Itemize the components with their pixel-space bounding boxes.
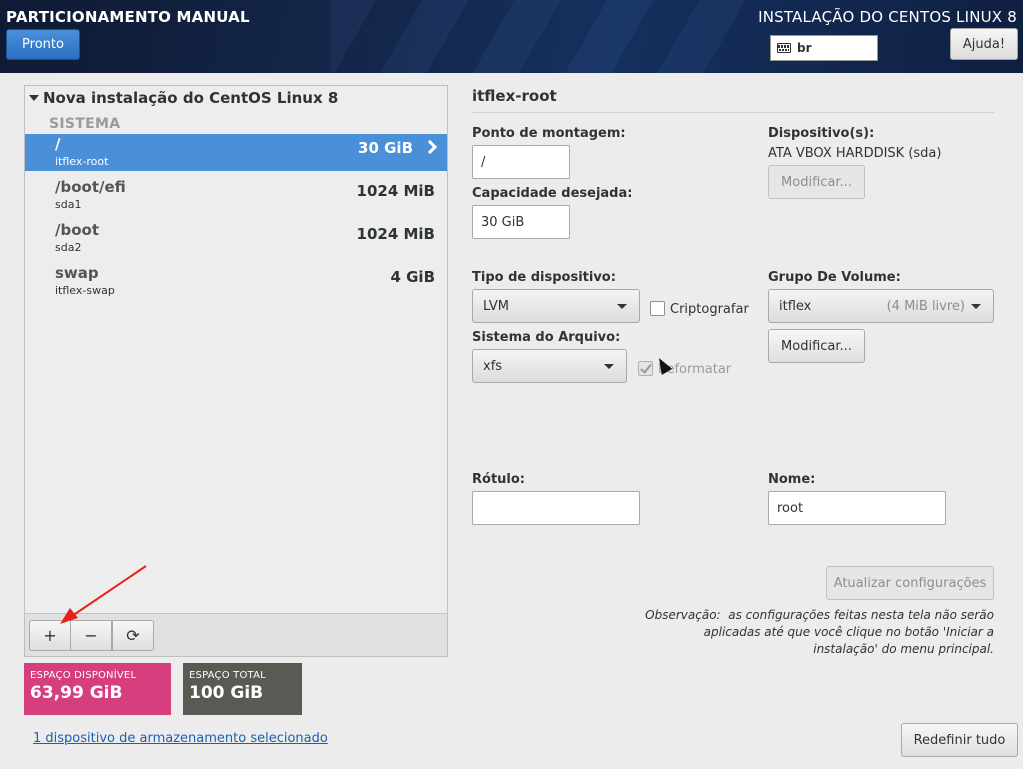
mount-point-value: / (481, 154, 486, 170)
label-field-label: Rótulo: (472, 472, 525, 487)
mount-points-panel: Nova instalação do CentOS Linux 8 SISTEM… (24, 85, 448, 657)
mount-device-text: sda1 (55, 198, 82, 211)
volume-group-value: itflex (779, 298, 812, 314)
volume-group-dropdown[interactable]: itflex (4 MiB livre) (768, 289, 994, 323)
mount-row-boot-efi[interactable]: /boot/efi sda1 1024 MiB (25, 177, 447, 214)
device-type-label: Tipo de dispositivo: (472, 270, 616, 285)
add-mount-button[interactable]: + (29, 620, 71, 651)
encrypt-checkbox[interactable] (650, 301, 665, 316)
mount-device-text: itflex-root (55, 155, 109, 168)
mount-device-text: itflex-swap (55, 284, 115, 297)
mount-point-text: /boot (55, 221, 99, 239)
available-space-value: 63,99 GiB (30, 683, 123, 703)
filesystem-label: Sistema do Arquivo: (472, 330, 621, 345)
mount-toolbar: + − ⟳ (25, 613, 447, 656)
section-label-sistema: SISTEMA (49, 116, 121, 132)
available-space-label: ESPAÇO DISPONÍVEL (30, 670, 137, 681)
total-space-label: ESPAÇO TOTAL (189, 670, 266, 681)
label-input[interactable] (472, 491, 640, 525)
devices-value: ATA VBOX HARDDISK (sda) (768, 146, 942, 161)
mount-point-input[interactable]: / (472, 145, 570, 179)
mount-point-text: / (55, 135, 61, 153)
name-input[interactable]: root (768, 491, 946, 525)
chevron-right-icon (422, 139, 438, 155)
installation-tree-header[interactable]: Nova instalação do CentOS Linux 8 (29, 89, 338, 107)
page-title: PARTICIONAMENTO MANUAL (6, 8, 250, 26)
keyboard-layout-label: br (797, 41, 812, 55)
name-field-label: Nome: (768, 472, 816, 487)
note-text: Observação: as configurações feitas nest… (640, 607, 994, 658)
volume-group-free: (4 MiB livre) (886, 298, 965, 314)
mount-row-swap[interactable]: swap itflex-swap 4 GiB (25, 263, 447, 300)
total-space-value: 100 GiB (189, 683, 264, 703)
devices-label: Dispositivo(s): (768, 126, 875, 141)
mount-point-text: /boot/efi (55, 178, 126, 196)
install-title: INSTALAÇÃO DO CENTOS LINUX 8 (758, 8, 1017, 26)
minus-icon: − (84, 626, 98, 645)
note-prefix: Observação: (645, 608, 721, 622)
refresh-icon: ⟳ (126, 626, 140, 645)
note-body: as configurações feitas nesta tela não s… (703, 608, 994, 656)
device-type-dropdown[interactable]: LVM (472, 289, 640, 323)
mount-size-text: 4 GiB (390, 268, 435, 286)
header-bar: PARTICIONAMENTO MANUAL INSTALAÇÃO DO CEN… (0, 0, 1023, 73)
selected-device-title: itflex-root (472, 87, 557, 105)
help-button[interactable]: Ajuda! (950, 28, 1018, 60)
divider (472, 112, 994, 113)
update-settings-button[interactable]: Atualizar configurações (826, 566, 994, 600)
expander-triangle-icon (29, 95, 39, 101)
header-decoration (330, 0, 750, 73)
mount-size-text: 30 GiB (358, 139, 413, 157)
mount-size-text: 1024 MiB (356, 182, 435, 200)
storage-devices-link[interactable]: 1 dispositivo de armazenamento seleciona… (33, 731, 328, 746)
filesystem-dropdown[interactable]: xfs (472, 349, 627, 383)
reformat-checkbox[interactable] (638, 361, 653, 376)
mount-point-text: swap (55, 264, 99, 282)
refresh-button[interactable]: ⟳ (112, 620, 154, 651)
keyboard-layout-indicator[interactable]: br (770, 35, 878, 61)
mount-device-text: sda2 (55, 241, 82, 254)
mount-row-root[interactable]: / itflex-root 30 GiB (25, 134, 447, 171)
capacity-value: 30 GiB (481, 214, 525, 230)
dropdown-arrow-icon (604, 364, 614, 369)
mount-size-text: 1024 MiB (356, 225, 435, 243)
mount-row-boot[interactable]: /boot sda2 1024 MiB (25, 220, 447, 257)
modify-devices-button[interactable]: Modificar... (768, 165, 865, 199)
capacity-input[interactable]: 30 GiB (472, 205, 570, 239)
installation-tree-title: Nova instalação do CentOS Linux 8 (43, 89, 339, 107)
dropdown-arrow-icon (971, 304, 981, 309)
dropdown-arrow-icon (617, 304, 627, 309)
done-button[interactable]: Pronto (6, 29, 80, 60)
keyboard-icon (777, 43, 791, 53)
filesystem-value: xfs (483, 358, 503, 374)
mount-point-label: Ponto de montagem: (472, 126, 626, 141)
volume-group-label: Grupo De Volume: (768, 270, 901, 285)
available-space-box: ESPAÇO DISPONÍVEL 63,99 GiB (24, 663, 171, 715)
device-type-value: LVM (483, 298, 509, 314)
encrypt-label: Criptografar (670, 302, 749, 317)
modify-volume-group-button[interactable]: Modificar... (768, 329, 865, 363)
name-value: root (777, 500, 804, 516)
plus-icon: + (43, 626, 57, 645)
reset-all-button[interactable]: Redefinir tudo (901, 723, 1018, 757)
total-space-box: ESPAÇO TOTAL 100 GiB (183, 663, 302, 715)
capacity-label: Capacidade desejada: (472, 186, 633, 201)
remove-mount-button[interactable]: − (70, 620, 112, 651)
